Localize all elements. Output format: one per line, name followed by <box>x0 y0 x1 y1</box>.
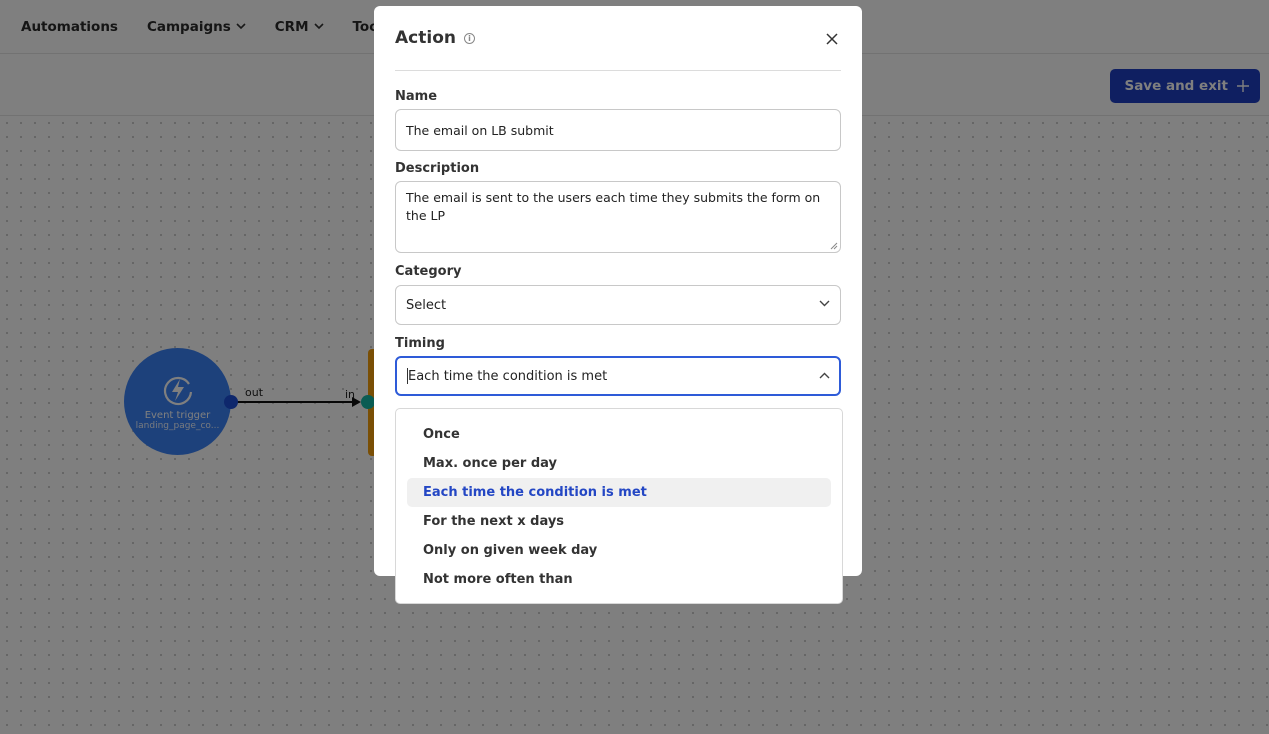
resize-grip-icon[interactable] <box>830 242 838 250</box>
timing-option-not-more-often[interactable]: Not more often than <box>407 565 831 594</box>
timing-option-once[interactable]: Once <box>407 420 831 449</box>
modal-title: Action <box>395 28 456 48</box>
timing-select-value: Each time the condition is met <box>408 368 608 384</box>
timing-select[interactable]: Each time the condition is met <box>395 356 841 396</box>
timing-dropdown-menu: Once Max. once per day Each time the con… <box>395 408 843 604</box>
chevron-up-icon <box>819 372 830 379</box>
info-icon[interactable]: i <box>463 32 475 44</box>
name-label: Name <box>395 89 438 104</box>
category-select-value: Select <box>406 297 447 313</box>
chevron-down-icon <box>819 300 830 307</box>
category-select[interactable]: Select <box>395 285 841 325</box>
name-input[interactable]: The email on LB submit <box>395 109 841 151</box>
timing-option-given-week-day[interactable]: Only on given week day <box>407 536 831 565</box>
name-input-value: The email on LB submit <box>406 122 554 138</box>
timing-option-each-time[interactable]: Each time the condition is met <box>407 478 831 507</box>
description-value: The email is sent to the users each time… <box>406 190 821 223</box>
description-textarea[interactable]: The email is sent to the users each time… <box>395 181 841 253</box>
category-label: Category <box>395 264 462 279</box>
modal-header: Action i <box>395 6 841 71</box>
description-label: Description <box>395 161 480 176</box>
timing-label: Timing <box>395 336 445 351</box>
close-icon[interactable] <box>823 30 841 48</box>
timing-option-next-x-days[interactable]: For the next x days <box>407 507 831 536</box>
timing-option-max-once-per-day[interactable]: Max. once per day <box>407 449 831 478</box>
